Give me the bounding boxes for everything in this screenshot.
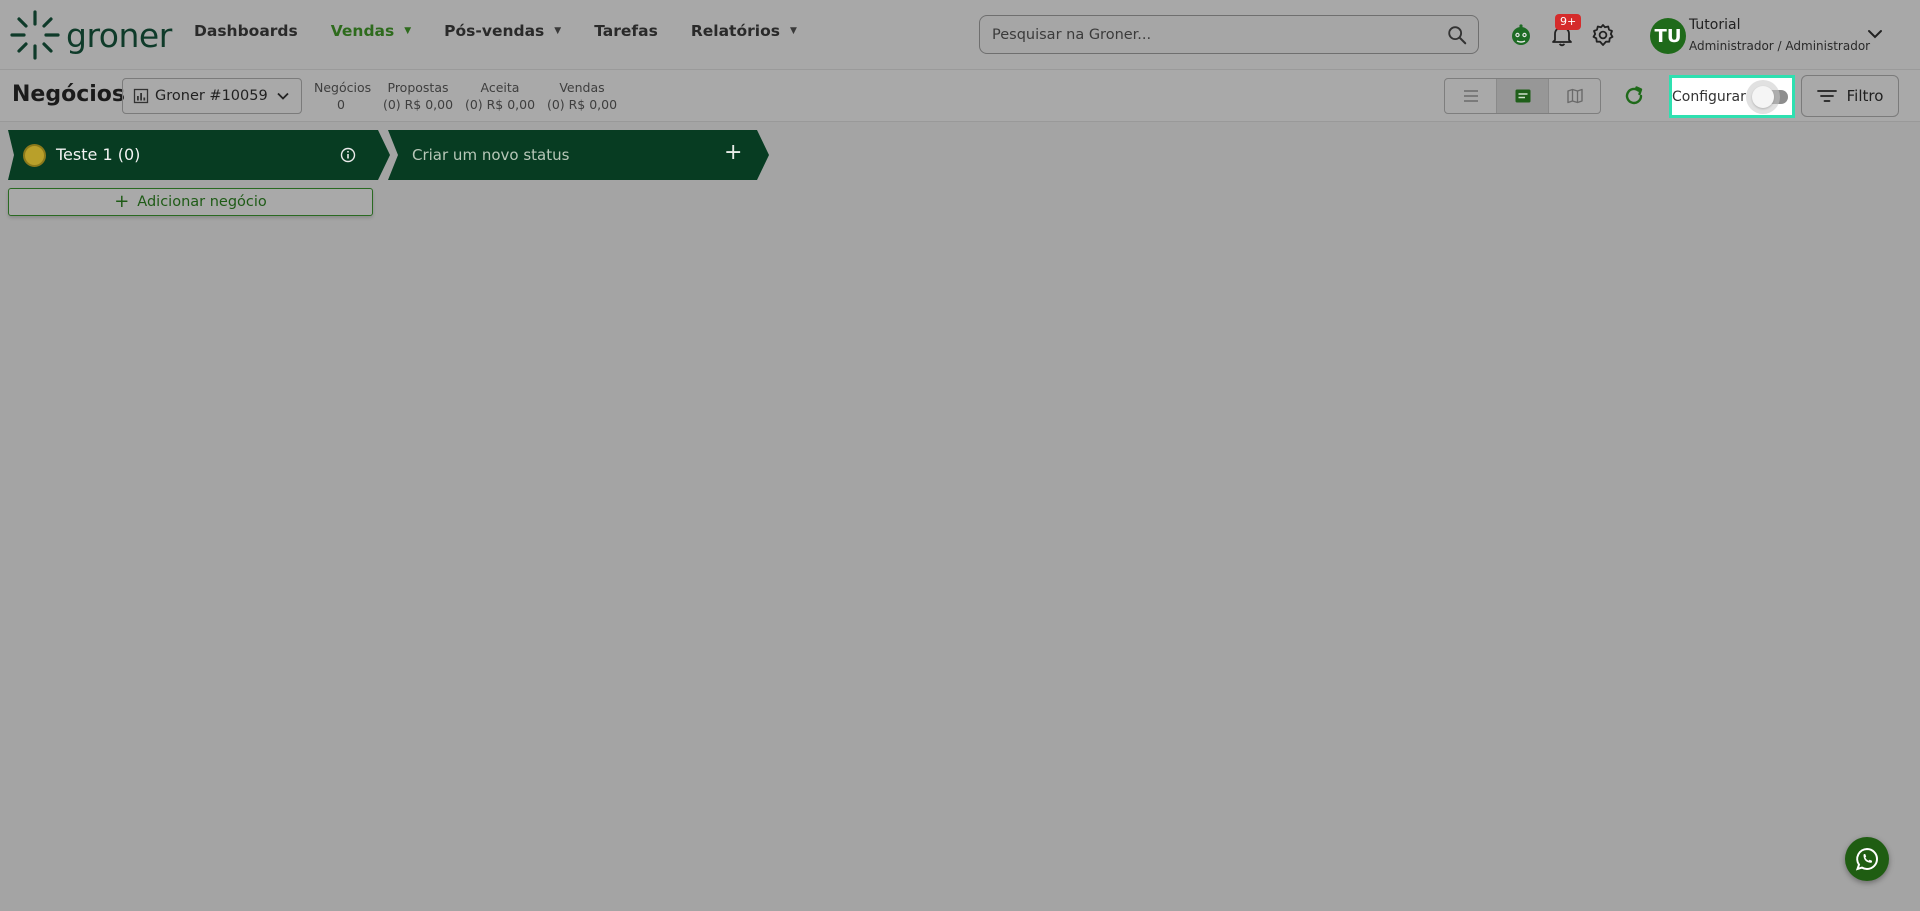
caret-down-icon: ▼: [789, 26, 797, 36]
nav-item-dashboards[interactable]: Dashboards: [194, 22, 298, 40]
nav-item-label: Tarefas: [594, 22, 658, 40]
stat-value: (0) R$ 0,00: [464, 97, 536, 112]
page-title: Negócios: [12, 82, 125, 107]
nav-item-label: Relatórios: [690, 22, 780, 40]
pipeline-select-value: Groner #10059: [155, 88, 268, 104]
whatsapp-icon: [1855, 847, 1878, 871]
stat-label: Vendas: [559, 80, 605, 95]
whatsapp-button[interactable]: [1845, 837, 1889, 881]
user-role: Administrador / Administrador: [1689, 39, 1871, 53]
pipeline-select[interactable]: Groner #10059: [122, 78, 302, 114]
view-mode-switcher: [1444, 78, 1601, 114]
plus-icon: +: [724, 140, 743, 165]
map-icon: [1566, 88, 1583, 104]
nav-item-vendas[interactable]: Vendas ▼: [331, 22, 411, 40]
bar-chart-icon: [133, 88, 149, 104]
stat-propostas: Propostas (0) R$ 0,00: [382, 79, 454, 113]
status-color-dot: [23, 144, 46, 167]
stat-label: Propostas: [387, 80, 449, 95]
stat-aceita: Aceita (0) R$ 0,00: [464, 79, 536, 113]
stat-vendas: Vendas (0) R$ 0,00: [546, 79, 618, 113]
groner-logo[interactable]: groner: [10, 10, 172, 60]
chevron-down-icon: [277, 92, 289, 100]
map-view-button[interactable]: [1549, 79, 1600, 113]
status-column-header[interactable]: Teste 1 (0): [8, 130, 390, 180]
filter-icon: [1816, 90, 1837, 102]
list-view-button[interactable]: [1445, 79, 1497, 113]
info-icon[interactable]: [340, 147, 356, 163]
groner-logo-mark-icon: [10, 10, 60, 60]
plus-icon: +: [114, 191, 130, 212]
nav-item-tarefas[interactable]: Tarefas: [594, 22, 658, 40]
page-toolbar: Negócios Groner #10059 Negócios 0 Propos…: [0, 70, 1920, 122]
assistant-robot-icon[interactable]: [1508, 22, 1534, 48]
nav-item-pos-vendas[interactable]: Pós-vendas ▼: [444, 22, 561, 40]
global-search: [979, 15, 1479, 54]
stat-negocios: Negócios 0: [314, 79, 372, 113]
configure-toggle[interactable]: [1751, 85, 1788, 108]
search-icon[interactable]: [1446, 24, 1468, 46]
caret-down-icon: ▼: [554, 26, 562, 36]
status-title: Teste 1 (0): [56, 145, 141, 164]
caret-down-icon: ▼: [404, 26, 412, 36]
add-deal-label: Adicionar negócio: [137, 194, 267, 210]
list-icon: [1463, 90, 1478, 102]
nav-item-label: Pós-vendas: [444, 22, 545, 40]
gear-icon[interactable]: [1590, 22, 1616, 48]
nav-item-label: Vendas: [330, 22, 395, 40]
brand-name: groner: [66, 15, 172, 55]
kanban-view-button[interactable]: [1497, 79, 1549, 113]
notification-count-badge: 9+: [1555, 14, 1582, 30]
refresh-icon[interactable]: [1622, 84, 1646, 108]
search-input[interactable]: [990, 25, 1446, 44]
toggle-knob: [1751, 85, 1774, 108]
filter-button[interactable]: Filtro: [1801, 75, 1899, 117]
stat-value: (0) R$ 0,00: [546, 97, 618, 112]
create-status-button[interactable]: Criar um novo status +: [388, 130, 769, 180]
avatar[interactable]: TU: [1650, 18, 1686, 54]
stat-label: Negócios: [314, 80, 372, 95]
main-nav: Dashboards Vendas ▼ Pós-vendas ▼ Tarefas…: [194, 22, 830, 40]
filter-label: Filtro: [1846, 87, 1884, 105]
nav-item-relatorios[interactable]: Relatórios ▼: [691, 22, 797, 40]
create-status-label: Criar um novo status: [412, 146, 570, 164]
nav-item-label: Dashboards: [194, 22, 298, 40]
add-deal-button[interactable]: + Adicionar negócio: [8, 188, 373, 216]
stat-value: (0) R$ 0,00: [382, 97, 454, 112]
card-icon: [1515, 89, 1530, 103]
stat-label: Aceita: [480, 80, 520, 95]
stat-value: 0: [337, 97, 345, 112]
chevron-down-icon[interactable]: [1866, 25, 1884, 43]
configure-toggle-container[interactable]: Configurar: [1669, 75, 1795, 118]
top-navbar: groner Dashboards Vendas ▼ Pós-vendas ▼ …: [0, 0, 1920, 70]
configure-label: Configurar: [1672, 88, 1746, 105]
user-name[interactable]: Tutorial: [1689, 17, 1740, 33]
